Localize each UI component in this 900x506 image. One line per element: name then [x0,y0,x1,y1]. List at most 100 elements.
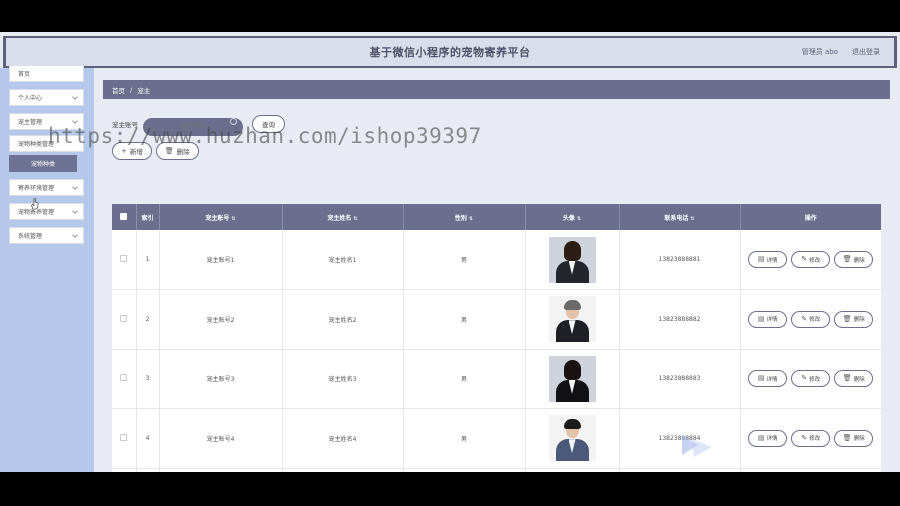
plus-icon: + [121,146,127,155]
delete-selected-button[interactable]: 🗑 删除 [155,142,199,160]
sort-icon[interactable]: ⇅ [690,216,694,222]
row-checkbox[interactable] [120,255,128,262]
header-gender[interactable]: 性别 ⇅ [403,204,526,230]
cell-index: 2 [136,289,160,350]
trash-icon: 🗑 [842,255,852,263]
sidebar-item-owner-management[interactable]: 宠主管理 [9,113,84,130]
sidebar-item-boarding-management[interactable]: 宠物寄养管理 [9,203,84,220]
edit-button[interactable]: ✎ 修改 [791,370,831,388]
hand-cursor-icon [31,198,39,209]
chevron-down-icon [72,232,78,238]
header-ops: 操作 [804,214,817,222]
sidebar-item-pet-type-management[interactable]: 宠物种类管理 [9,135,84,152]
sidebar-item-label: 宠物种类管理 [18,141,55,148]
avatar[interactable] [548,415,596,462]
sidebar-item-label: 系统管理 [18,233,43,240]
cell-account: 宠主账号4 [159,408,283,469]
current-user: 管理员 abo [801,48,838,56]
row-select-cell[interactable] [112,349,137,409]
cell-gender: 男 [403,289,526,350]
cell-gender: 男 [403,408,526,469]
cell-account: 宠主账号2 [159,289,283,350]
letterbox-bottom [0,472,900,506]
header-select-all[interactable] [112,204,137,230]
sort-icon[interactable]: ⇅ [577,216,581,222]
row-checkbox[interactable] [120,433,128,441]
table-row: 3 宠主账号3 宠主姓名3 男 13823888883 ▤ 详情 ✎ 修改 🗑 删除 [112,349,881,409]
select-all-checkbox[interactable] [120,212,128,220]
table-row: 4 宠主账号4 宠主姓名4 男 13823888884 ▤ 详情 ✎ 修改 🗑 删除 [112,408,881,469]
header-right: 管理员 abo 退出登录 [802,47,880,57]
sidebar-item-system-management[interactable]: 系统管理 [9,227,84,244]
cell-avatar [525,349,620,409]
avatar[interactable] [548,355,596,402]
breadcrumb-separator: / [130,85,133,94]
delete-button[interactable]: 🗑 删除 [834,370,874,388]
sidebar-subitem-pet-type[interactable]: 宠物种类 [9,155,77,172]
avatar[interactable] [548,296,596,343]
cell-ops: ▤详情✎修改🗑删除 [740,289,881,350]
header-avatar[interactable]: 头像 ⇅ [525,204,620,230]
chevron-down-icon [72,208,78,214]
detail-button[interactable]: ▤ 详情 [748,310,788,328]
header-phone[interactable]: 联系电话 ⇅ [619,204,741,230]
trash-icon: 🗑 [164,146,174,155]
add-button[interactable]: + 新增 [112,142,152,160]
avatar[interactable] [548,236,596,283]
header-name[interactable]: 宠主姓名 ⇅ [282,204,404,230]
sort-icon[interactable]: ⇅ [231,216,235,222]
chevron-down-icon [72,94,78,100]
sidebar-item-personal-center[interactable]: 个人中心 [9,89,84,106]
sort-icon[interactable]: ⇅ [469,216,473,222]
row-checkbox[interactable] [120,374,128,382]
sidebar-subitem-label: 宠物种类 [30,161,55,168]
edit-button[interactable]: ✎ 修改 [791,429,831,447]
pencil-icon: ✎ [801,314,808,323]
query-button[interactable]: 查询 [252,115,285,134]
cell-name: 宠主姓名2 [282,289,404,350]
cell-account: 宠主账号3 [159,349,283,409]
delete-button[interactable]: 🗑 删除 [834,310,874,328]
cell-ops: ▤详情✎修改🗑删除 [740,408,881,469]
sidebar-item-label: 首页 [18,71,31,78]
detail-button[interactable]: ▤ 详情 [748,251,788,268]
sidebar-item-home[interactable]: 首页 [9,65,84,82]
row-select-cell[interactable] [112,230,137,290]
delete-button[interactable]: 🗑 删除 [834,429,874,447]
sidebar-item-environment-management[interactable]: 寄养环境管理 [9,179,84,196]
row-select-cell[interactable] [112,289,137,350]
action-row: + 新增 🗑 删除 [112,142,199,160]
cell-avatar [525,408,620,469]
search-input[interactable] [143,117,243,136]
cell-gender: 男 [403,349,526,409]
pencil-icon: ✎ [801,433,808,442]
sort-icon[interactable]: ⇅ [353,216,357,222]
row-checkbox[interactable] [120,314,128,322]
delete-button-label: 删除 [176,148,190,156]
add-button-label: 新增 [129,148,143,156]
cell-index: 1 [136,230,160,290]
chevron-down-icon [72,184,78,190]
trash-icon: 🗑 [842,433,852,442]
delete-button[interactable]: 🗑 删除 [834,251,874,268]
clear-icon[interactable] [230,118,237,125]
top-header: 基于微信小程序的宠物寄养平台 管理员 abo 退出登录 [3,36,897,68]
header-account[interactable]: 宠主账号 ⇅ [159,204,283,230]
trash-icon: 🗑 [842,374,852,383]
breadcrumb-home[interactable]: 首页 [112,85,125,95]
row-select-cell[interactable] [112,408,137,469]
logout-link[interactable]: 退出登录 [852,47,880,57]
cell-ops: ▤详情✎修改🗑删除 [740,349,881,409]
detail-button[interactable]: ▤ 详情 [748,429,788,447]
app-screen: 基于微信小程序的宠物寄养平台 管理员 abo 退出登录 首页 个人中心 宠主管理… [0,32,900,472]
header-index: 索引 [136,204,160,230]
detail-button[interactable]: ▤ 详情 [748,370,788,388]
document-icon: ▤ [757,374,765,383]
edit-button[interactable]: ✎ 修改 [791,310,831,328]
edit-button[interactable]: ✎ 修改 [791,251,831,268]
document-icon: ▤ [757,255,765,263]
cell-gender: 男 [403,230,526,290]
app-title: 基于微信小程序的宠物寄养平台 [369,46,531,59]
sidebar-item-label: 宠主管理 [18,119,43,126]
sidebar: 首页 个人中心 宠主管理 宠物种类管理 宠物种类 寄养环境管理 宠物寄养管理 系… [0,65,94,472]
